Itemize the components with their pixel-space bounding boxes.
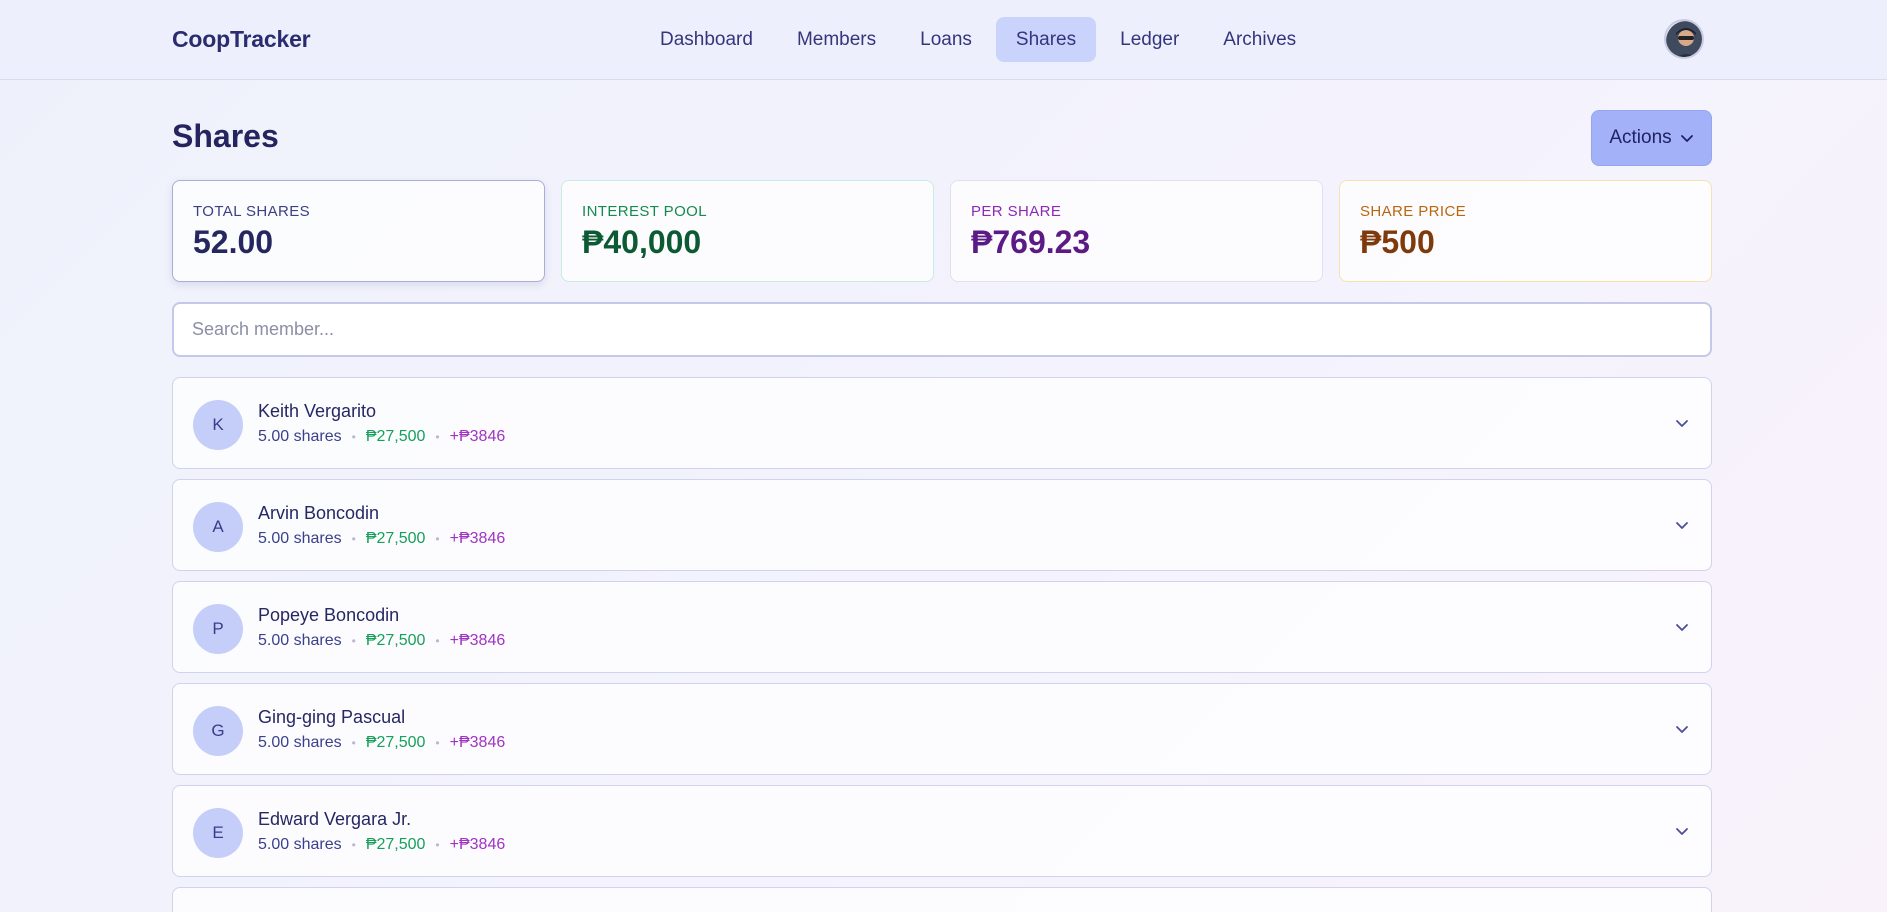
stat-card-total-shares: Total Shares 52.00: [172, 180, 545, 282]
member-initial-avatar: P: [193, 604, 243, 654]
stat-value: ₱40,000: [582, 224, 702, 260]
member-interest: +₱3846: [449, 428, 506, 445]
member-amount: ₱27,500: [365, 734, 426, 751]
page-title: Shares: [172, 118, 279, 154]
separator-dot: •: [435, 532, 440, 546]
stat-card-per-share: Per Share ₱769.23: [950, 180, 1323, 282]
stat-value: ₱500: [1360, 224, 1435, 260]
stat-label: Total Shares: [193, 203, 311, 220]
member-meta: 5.00 shares • ₱27,500 • +₱3846: [258, 734, 505, 752]
separator-dot: •: [435, 736, 440, 750]
member-name: Edward Vergara Jr.: [258, 809, 412, 829]
member-initial-avatar: G: [193, 706, 243, 756]
member-meta: 5.00 shares • ₱27,500 • +₱3846: [258, 836, 505, 854]
separator-dot: •: [351, 430, 356, 444]
member-name: Keith Vergarito: [258, 401, 377, 421]
member-initial-avatar: K: [193, 400, 243, 450]
member-name: Arvin Boncodin: [258, 503, 380, 523]
member-interest: +₱3846: [449, 530, 506, 547]
member-interest: +₱3846: [449, 836, 506, 853]
nav-item-loans[interactable]: Loans: [900, 17, 992, 62]
member-name: Popeye Boncodin: [258, 605, 400, 625]
member-row[interactable]: [172, 887, 1712, 912]
top-navbar: CoopTracker Dashboard Members Loans Shar…: [0, 0, 1887, 80]
chevron-down-icon[interactable]: [1673, 822, 1691, 840]
main-nav: Dashboard Members Loans Shares Ledger Ar…: [640, 17, 1316, 62]
nav-item-shares[interactable]: Shares: [995, 17, 1097, 62]
member-row[interactable]: P Popeye Boncodin 5.00 shares • ₱27,500 …: [172, 581, 1712, 673]
member-amount: ₱27,500: [365, 428, 426, 445]
member-amount: ₱27,500: [365, 632, 426, 649]
separator-dot: •: [351, 736, 356, 750]
member-row[interactable]: E Edward Vergara Jr. 5.00 shares • ₱27,5…: [172, 785, 1712, 877]
search-member-input[interactable]: [172, 302, 1712, 357]
member-interest: +₱3846: [449, 632, 506, 649]
nav-item-members[interactable]: Members: [777, 17, 896, 62]
member-shares: 5.00 shares: [258, 530, 342, 547]
nav-item-archives[interactable]: Archives: [1203, 17, 1316, 62]
chevron-down-icon[interactable]: [1673, 720, 1691, 738]
chevron-down-icon: [1680, 135, 1693, 142]
actions-label: Actions: [1609, 127, 1672, 148]
stat-value: ₱769.23: [971, 224, 1091, 260]
member-initial-avatar: E: [193, 808, 243, 858]
chevron-down-icon[interactable]: [1673, 618, 1691, 636]
member-shares: 5.00 shares: [258, 734, 342, 751]
separator-dot: •: [351, 634, 356, 648]
stat-card-share-price: Share Price ₱500: [1339, 180, 1712, 282]
member-name: Ging-ging Pascual: [258, 707, 406, 727]
member-row[interactable]: K Keith Vergarito 5.00 shares • ₱27,500 …: [172, 377, 1712, 469]
separator-dot: •: [435, 634, 440, 648]
member-shares: 5.00 shares: [258, 836, 342, 853]
member-interest: +₱3846: [449, 734, 506, 751]
member-row[interactable]: G Ging-ging Pascual 5.00 shares • ₱27,50…: [172, 683, 1712, 775]
separator-dot: •: [435, 838, 440, 852]
separator-dot: •: [351, 838, 356, 852]
member-row[interactable]: A Arvin Boncodin 5.00 shares • ₱27,500 •…: [172, 479, 1712, 571]
member-amount: ₱27,500: [365, 836, 426, 853]
stat-value: 52.00: [193, 224, 274, 260]
user-avatar[interactable]: [1664, 19, 1704, 59]
chevron-down-icon[interactable]: [1673, 516, 1691, 534]
member-shares: 5.00 shares: [258, 428, 342, 445]
separator-dot: •: [435, 430, 440, 444]
member-meta: 5.00 shares • ₱27,500 • +₱3846: [258, 428, 505, 446]
nav-item-ledger[interactable]: Ledger: [1100, 17, 1199, 62]
actions-dropdown-button[interactable]: Actions: [1591, 110, 1712, 166]
member-amount: ₱27,500: [365, 530, 426, 547]
stat-label: Share Price: [1360, 203, 1467, 220]
member-meta: 5.00 shares • ₱27,500 • +₱3846: [258, 530, 505, 548]
nav-item-dashboard[interactable]: Dashboard: [640, 17, 773, 62]
stat-label: Interest Pool: [582, 203, 707, 220]
member-initial-avatar: A: [193, 502, 243, 552]
member-shares: 5.00 shares: [258, 632, 342, 649]
chevron-down-icon[interactable]: [1673, 414, 1691, 432]
separator-dot: •: [351, 532, 356, 546]
stat-card-interest-pool: Interest Pool ₱40,000: [561, 180, 934, 282]
member-meta: 5.00 shares • ₱27,500 • +₱3846: [258, 632, 505, 650]
brand-logo[interactable]: CoopTracker: [172, 26, 311, 53]
stat-label: Per Share: [971, 203, 1062, 220]
